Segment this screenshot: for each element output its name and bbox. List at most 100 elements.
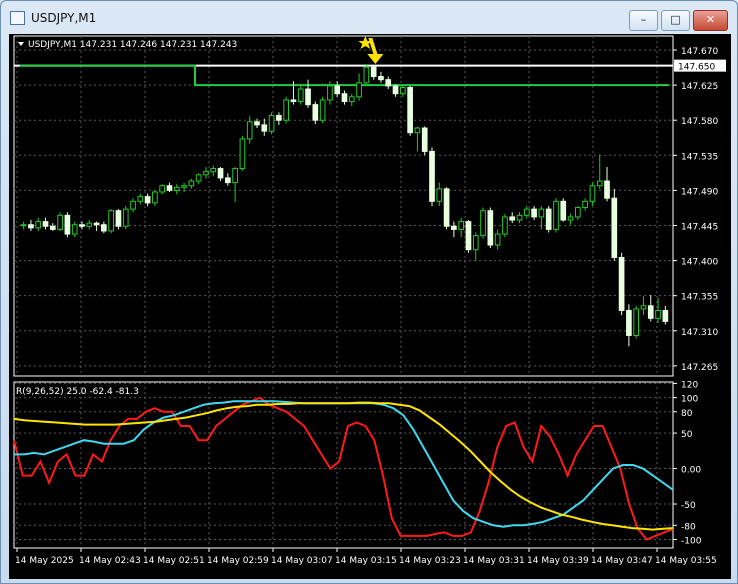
candle-body	[626, 309, 632, 336]
chart-area[interactable]: 147.670 147.625 147.580 147.535 147.490 147.4…	[9, 34, 731, 579]
chart-info-label: USDJPY,M1 147.231 147.246 147.231 147.24…	[28, 40, 237, 50]
candle-body	[312, 104, 319, 121]
candle-body	[414, 127, 421, 134]
candle-body	[108, 210, 114, 232]
oscillator-series-line	[14, 400, 674, 528]
candle-body	[290, 99, 297, 103]
candle-body	[64, 214, 71, 235]
candle-body	[531, 208, 537, 218]
candle-body	[436, 188, 443, 202]
candle-body	[575, 207, 581, 218]
candle-body	[79, 224, 85, 227]
oscillator-panel-frame	[13, 381, 674, 549]
candle-body	[560, 200, 567, 221]
candle-body	[392, 85, 399, 95]
osc-tick-label: 50	[681, 430, 693, 440]
price-tick-label: 147.490	[681, 187, 718, 197]
candle-body	[195, 174, 202, 182]
osc-tick-label: -50	[681, 501, 696, 511]
time-tick-label: 14 May 02:51	[143, 556, 205, 566]
price-tick-label: 147.310	[681, 328, 718, 338]
candle-body	[130, 200, 136, 210]
candle-body	[662, 309, 669, 322]
candle-body	[232, 168, 238, 184]
candle-body	[429, 150, 435, 202]
candle-body	[480, 210, 486, 237]
candle-body	[319, 99, 326, 121]
candle-body	[276, 115, 282, 121]
candle-body	[523, 208, 530, 216]
title-bar[interactable]: USDJPY,M1 – □ ✕	[1, 1, 737, 31]
price-tick-label: 147.625	[681, 82, 718, 92]
candle-body	[487, 210, 494, 246]
candle-body	[283, 99, 289, 121]
time-tick-label: 14 May 02:43	[79, 556, 141, 566]
signal-star-icon	[358, 36, 373, 49]
candle-body	[254, 121, 260, 126]
candle-body	[224, 177, 231, 184]
candle-body	[655, 309, 661, 319]
close-button[interactable]: ✕	[693, 10, 728, 31]
time-tick-label: 14 May 03:07	[271, 556, 333, 566]
price-tick-label: 147.580	[681, 117, 718, 127]
candle-body	[86, 222, 93, 227]
maximize-button[interactable]: □	[661, 10, 690, 31]
candle-body	[115, 210, 122, 227]
candle-body	[451, 225, 457, 230]
minimize-button[interactable]: –	[629, 10, 658, 31]
candle-body	[647, 305, 654, 319]
candle-body	[545, 208, 552, 230]
chart-menu-triangle-icon	[18, 42, 24, 46]
candle-body	[363, 66, 370, 84]
candle-body	[596, 180, 603, 187]
candle-body	[239, 138, 246, 170]
price-tick-label: 147.265	[681, 363, 718, 373]
time-tick-label: 14 May 03:23	[399, 556, 461, 566]
candle-body	[618, 256, 625, 311]
green-level-line	[20, 64, 669, 87]
candle-body	[472, 235, 479, 251]
candle-body	[611, 197, 618, 258]
candle-body	[502, 216, 508, 235]
osc-tick-label: 80	[681, 409, 693, 419]
candle-body	[509, 216, 516, 221]
candle-body	[516, 214, 523, 221]
price-tick-label: 147.400	[681, 258, 718, 268]
candle-body	[152, 191, 158, 204]
osc-tick-label: -80	[681, 522, 696, 532]
osc-tick-label: 0.00	[681, 466, 701, 476]
candle-body	[370, 66, 377, 78]
price-tick-label: 147.445	[681, 222, 718, 232]
price-tick-label: 147.535	[681, 152, 718, 162]
candle-body	[589, 185, 596, 202]
osc-tick-label: -100	[681, 536, 702, 546]
candle-body	[553, 200, 559, 230]
candle-body	[538, 208, 545, 218]
main-panel-frame	[13, 35, 674, 377]
candle-body	[348, 96, 355, 103]
candle-body	[640, 305, 647, 310]
candle-body	[28, 224, 34, 229]
candle-body	[173, 186, 180, 191]
candle-body	[268, 115, 275, 132]
candle-body	[159, 185, 166, 193]
candle-body	[341, 93, 348, 103]
candle-body	[465, 221, 472, 251]
candle-body	[261, 124, 268, 132]
candle-body	[166, 185, 173, 191]
candle-body	[203, 171, 209, 176]
chart-window: USDJPY,M1 – □ ✕ 147.670 147.625 147.580 147…	[0, 0, 738, 584]
current-price-label: 147.650	[678, 63, 715, 73]
price-tick-label: 147.355	[681, 293, 718, 303]
candle-body	[378, 76, 384, 81]
candle-body	[20, 224, 27, 227]
candle-body	[57, 214, 63, 230]
candle-body	[385, 79, 392, 87]
osc-tick-label: 120	[681, 380, 698, 390]
candle-body	[246, 121, 253, 140]
candle-body	[297, 88, 304, 103]
candle-body	[181, 185, 187, 188]
candle-body	[122, 208, 129, 227]
candle-body	[49, 225, 56, 230]
time-tick-label: 14 May 2025	[15, 556, 74, 566]
